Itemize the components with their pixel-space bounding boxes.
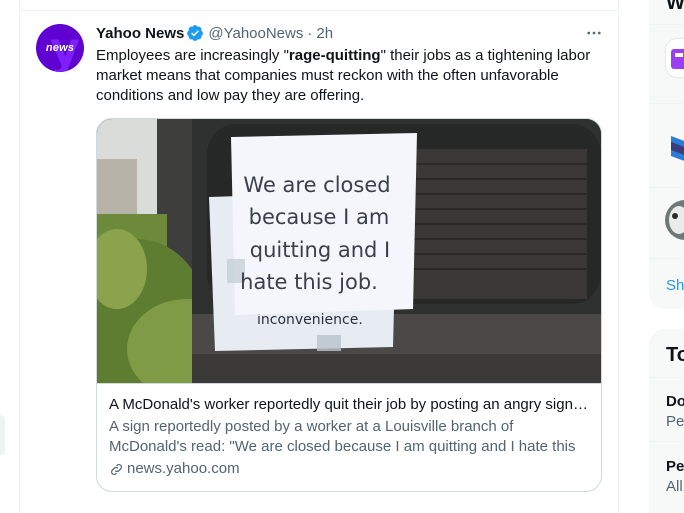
- tweet-actions: 5 11 10: [96, 507, 526, 513]
- like-button[interactable]: 10: [367, 507, 410, 513]
- verified-badge-icon: [186, 24, 204, 42]
- avatar[interactable]: y news: [36, 24, 84, 72]
- divider: [649, 441, 684, 442]
- tweet-text-bold: rage-quitting: [288, 47, 381, 64]
- divider: [649, 24, 684, 25]
- timeline-column: y news Yahoo News @YahooNews · 2h Employ…: [19, 0, 619, 513]
- share-button[interactable]: [507, 507, 526, 513]
- tweet-body: Yahoo News @YahooNews · 2h Employees are…: [96, 23, 604, 492]
- show-more-link[interactable]: She: [666, 277, 684, 294]
- link-card[interactable]: inconvenience. We are closed because I a…: [96, 118, 602, 492]
- panel-heading-follow: Wh: [666, 0, 684, 14]
- sign-line-1: We are closed: [243, 173, 390, 197]
- sign-line-4: hate this job.: [240, 270, 378, 294]
- card-title[interactable]: A McDonald's worker reportedly quit thei…: [109, 395, 589, 415]
- tweet-text-start: Employees are increasingly ": [96, 47, 289, 64]
- tweet[interactable]: y news Yahoo News @YahooNews · 2h Employ…: [20, 11, 618, 513]
- scroll-edge: [0, 415, 5, 455]
- card-info[interactable]: A McDonald's worker reportedly quit thei…: [97, 383, 601, 479]
- suggestion-avatar-3[interactable]: [665, 200, 684, 240]
- tweet-timestamp[interactable]: 2h: [316, 25, 333, 42]
- author-name[interactable]: Yahoo News: [96, 25, 184, 42]
- divider: [649, 187, 684, 188]
- divider: [649, 103, 684, 104]
- trend-1-name[interactable]: Do: [666, 393, 684, 410]
- card-domain-text: news.yahoo.com: [127, 460, 240, 477]
- suggestion-avatar-1[interactable]: [665, 38, 684, 78]
- suggestion-avatar-2[interactable]: [665, 128, 684, 168]
- panel-heading-trends: To: [666, 344, 684, 366]
- link-icon: [111, 463, 122, 475]
- sign-line-2: because I am: [249, 205, 390, 229]
- trend-2-name[interactable]: Pet: [666, 458, 684, 475]
- more-options-icon[interactable]: [584, 23, 604, 43]
- trend-2-sub: All: [666, 478, 683, 495]
- trends-panel: To Do Pet Pet All: [649, 329, 684, 513]
- reply-button[interactable]: 5: [96, 507, 132, 513]
- tweet-header: Yahoo News @YahooNews · 2h: [96, 23, 604, 43]
- divider: [649, 258, 684, 259]
- separator-dot: ·: [307, 24, 313, 42]
- trend-1-sub: Pet: [666, 413, 684, 430]
- retweet-button[interactable]: 11: [229, 507, 272, 513]
- avatar-text: news: [45, 42, 75, 54]
- card-description: A sign reportedly posted by a worker at …: [109, 418, 576, 455]
- card-image[interactable]: inconvenience. We are closed because I a…: [97, 119, 601, 383]
- sign-line-3: quitting and I: [250, 238, 390, 262]
- card-image-back-text: inconvenience.: [257, 312, 363, 328]
- author-handle[interactable]: @YahooNews: [208, 25, 303, 42]
- right-sidebar: Wh She To Do Pet Pet All: [649, 0, 684, 513]
- tweet-text: Employees are increasingly "rage-quittin…: [96, 46, 596, 106]
- divider: [649, 377, 684, 378]
- card-domain[interactable]: news.yahoo.com: [109, 459, 589, 479]
- who-to-follow-panel: Wh She: [649, 0, 684, 309]
